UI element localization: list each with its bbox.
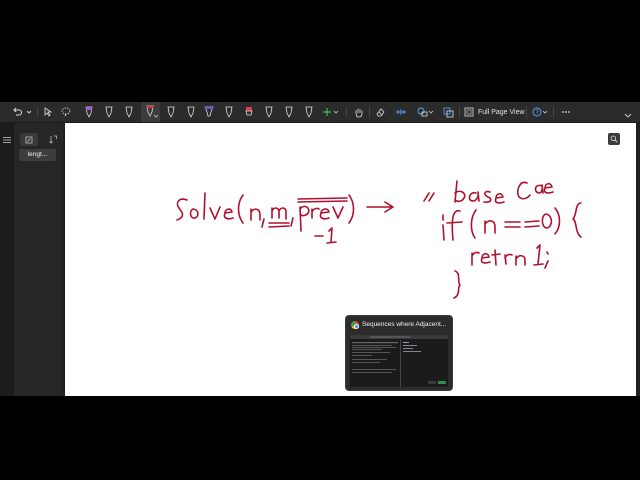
toolbar-divider	[553, 106, 554, 118]
ink-closing-brace	[453, 270, 461, 299]
full-page-view-label: Full Page View	[478, 108, 525, 116]
more-icon[interactable]	[559, 102, 573, 122]
convert-icon[interactable]	[441, 102, 455, 122]
ink-minus-one	[314, 227, 337, 244]
chrome-icon	[351, 321, 359, 329]
toolbar-divider	[526, 106, 527, 118]
toolbar-divider	[346, 106, 347, 118]
ink-return-statement	[471, 244, 549, 269]
hamburger-icon[interactable]	[3, 130, 11, 148]
pen-white-7-icon[interactable]	[282, 102, 296, 122]
preview-screenshot	[350, 335, 448, 387]
toolbar-divider	[459, 106, 460, 118]
undo-dropdown-icon[interactable]	[25, 102, 33, 122]
eraser-icon[interactable]	[373, 102, 387, 122]
help-circle-icon[interactable]: ?	[531, 102, 549, 122]
pen-white-8-icon[interactable]	[302, 102, 316, 122]
screen-letterbox-bottom	[0, 396, 640, 480]
select-cursor-icon[interactable]	[42, 102, 54, 122]
pen-red-selected-icon[interactable]	[141, 102, 160, 122]
highlighter-purple-icon[interactable]	[202, 102, 216, 122]
pen-white-6-icon[interactable]	[262, 102, 276, 122]
touch-hand-icon[interactable]	[352, 102, 366, 122]
sort-icon[interactable]	[46, 133, 60, 146]
taskbar-window-preview[interactable]: Sequences where Adjacent...	[345, 315, 453, 391]
pen-white-5-icon[interactable]	[222, 102, 236, 122]
highlighter-red-icon[interactable]	[242, 102, 256, 122]
pen-purple-icon[interactable]	[82, 102, 96, 122]
pen-white-4-icon[interactable]	[184, 102, 198, 122]
add-page-icon[interactable]	[20, 133, 38, 146]
pen-white-2-icon[interactable]	[122, 102, 136, 122]
full-page-icon	[464, 107, 474, 117]
toolbar-divider	[369, 106, 370, 118]
add-pen-icon[interactable]	[321, 102, 341, 122]
ruler-icon[interactable]	[394, 102, 408, 122]
full-page-view-button[interactable]: Full Page View	[464, 102, 525, 122]
page-list-pane	[14, 123, 63, 396]
ink-base-case-comment	[423, 180, 554, 204]
lasso-icon[interactable]	[60, 102, 72, 122]
pen-white-3-icon[interactable]	[164, 102, 178, 122]
preview-window-title: Sequences where Adjacent...	[362, 321, 447, 328]
ink-if-condition	[442, 202, 582, 241]
navigation-rail	[0, 123, 14, 396]
shapes-icon[interactable]	[416, 102, 436, 122]
pen-white-icon[interactable]	[102, 102, 116, 122]
draw-toolbar: Full Page View ?	[0, 102, 640, 123]
ink-solve-call	[176, 192, 394, 232]
chevron-down-icon[interactable]	[622, 109, 634, 123]
page-item[interactable]: lengt...	[19, 149, 56, 161]
preview-browser-thumbnail	[350, 335, 448, 387]
toolbar-divider	[37, 106, 38, 118]
undo-icon[interactable]	[10, 102, 24, 122]
